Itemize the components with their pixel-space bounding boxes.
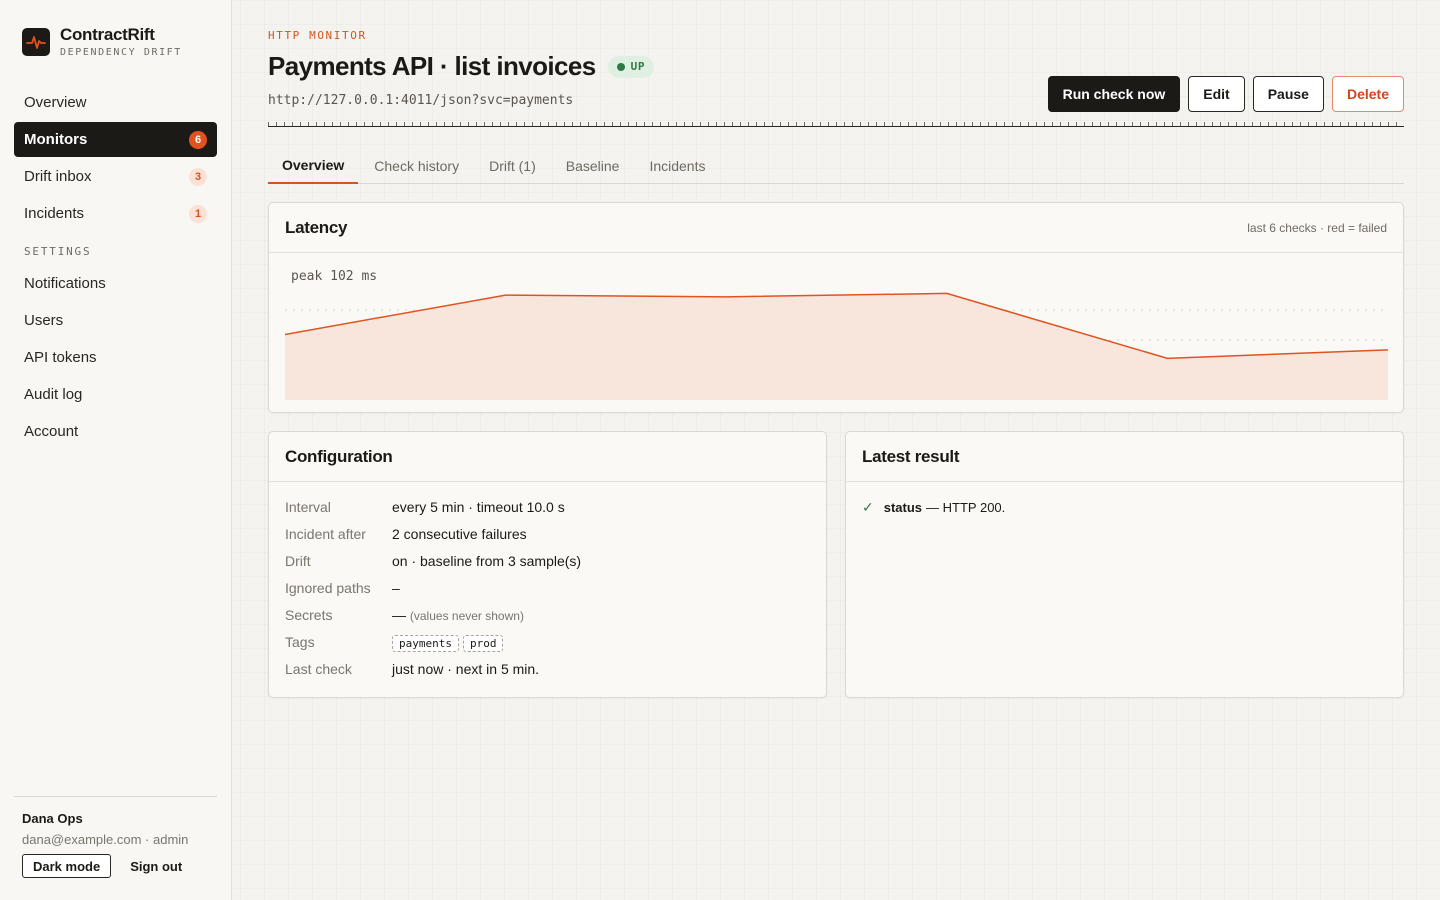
status-badge: UP	[607, 55, 655, 78]
sidebar-item-audit-log[interactable]: Audit log	[14, 377, 217, 412]
dark-mode-button[interactable]: Dark mode	[22, 854, 112, 878]
configuration-card: Configuration Interval every 5 min · tim…	[268, 431, 827, 698]
config-label: Tags	[285, 634, 315, 650]
page-title: Payments API · list invoices	[268, 51, 596, 81]
config-row-tags: Tags payments prod	[285, 634, 810, 661]
config-row-last-check: Last check just now · next in 5 min.	[285, 661, 810, 688]
config-value: every 5 min · timeout 10.0 s	[392, 499, 565, 515]
tab-check-history[interactable]: Check history	[360, 147, 473, 184]
sidebar-item-users[interactable]: Users	[14, 303, 217, 338]
config-value: —	[392, 607, 406, 623]
latency-card: Latency last 6 checks · red = failed pea…	[268, 202, 1404, 413]
config-label: Drift	[285, 553, 311, 569]
status-text: UP	[630, 60, 646, 73]
sidebar-item-label: API tokens	[24, 349, 97, 366]
configuration-title: Configuration	[285, 446, 393, 466]
latency-area	[285, 293, 1388, 400]
sidebar-item-label: Overview	[24, 94, 87, 111]
sidebar-item-drift-inbox[interactable]: Drift inbox 3	[14, 159, 217, 194]
monitor-type: HTTP MONITOR	[268, 29, 367, 42]
settings-heading: SETTINGS	[24, 245, 92, 258]
brand-name: ContractRift	[60, 25, 155, 44]
sidebar-item-label: Drift inbox	[24, 168, 92, 185]
sidebar: ContractRift DEPENDENCY DRIFT Overview M…	[0, 0, 232, 900]
config-value: on · baseline from 3 sample(s)	[392, 553, 582, 569]
action-bar: Run check now Edit Pause Delete	[1040, 76, 1404, 112]
ruler-divider	[268, 118, 1404, 127]
peak-label: peak 102 ms	[291, 269, 378, 284]
config-label: Secrets	[285, 607, 333, 623]
sidebar-item-label: Monitors	[24, 131, 88, 148]
latency-chart-svg	[284, 292, 1389, 400]
latest-result-card: Latest result ✓ status — HTTP 200.	[845, 431, 1404, 698]
count-badge: 3	[189, 167, 207, 186]
tab-incidents[interactable]: Incidents	[635, 147, 719, 184]
pause-button[interactable]: Pause	[1252, 76, 1324, 112]
sidebar-item-label: Incidents	[24, 205, 85, 222]
sidebar-item-notifications[interactable]: Notifications	[14, 266, 217, 301]
config-row-drift: Drift on · baseline from 3 sample(s)	[285, 553, 810, 580]
main-nav: Overview Monitors 6 Drift inbox 3 Incide…	[14, 85, 217, 451]
count-badge: 1	[189, 204, 207, 223]
tag-chip[interactable]: payments	[392, 635, 459, 652]
sidebar-item-label: Users	[24, 312, 64, 329]
config-label: Last check	[285, 661, 352, 677]
config-label: Ignored paths	[285, 580, 371, 596]
status-dot-icon	[616, 62, 625, 71]
sidebar-item-account[interactable]: Account	[14, 414, 217, 449]
brand[interactable]: ContractRift DEPENDENCY DRIFT	[22, 26, 182, 58]
config-value: just now · next in 5 min.	[392, 661, 540, 677]
result-key: status	[883, 500, 923, 515]
result-row: ✓ status — HTTP 200.	[846, 482, 1403, 533]
config-row-incident: Incident after 2 consecutive failures	[285, 526, 810, 553]
config-label: Incident after	[285, 526, 366, 542]
sidebar-item-monitors[interactable]: Monitors 6	[14, 122, 217, 157]
monitor-url: http://127.0.0.1:4011/json?svc=payments	[268, 93, 574, 108]
tab-baseline[interactable]: Baseline	[552, 147, 634, 184]
result-text: — HTTP 200.	[926, 500, 1006, 515]
pulse-icon	[22, 28, 50, 56]
sign-out-link[interactable]: Sign out	[130, 859, 182, 874]
sidebar-item-label: Account	[24, 423, 79, 440]
sidebar-item-incidents[interactable]: Incidents 1	[14, 196, 217, 231]
check-icon: ✓	[862, 499, 874, 515]
edit-button[interactable]: Edit	[1188, 76, 1245, 112]
user-panel: Dana Ops dana@example.com · admin Dark m…	[14, 796, 217, 878]
sidebar-item-overview[interactable]: Overview	[14, 85, 217, 120]
user-name: Dana Ops	[22, 811, 83, 826]
config-row-secrets: Secrets — (values never shown)	[285, 607, 810, 634]
tag-chip[interactable]: prod	[462, 635, 504, 652]
user-meta: dana@example.com · admin	[22, 832, 189, 847]
sidebar-item-label: Audit log	[24, 386, 83, 403]
config-row-interval: Interval every 5 min · timeout 10.0 s	[285, 499, 810, 526]
tab-bar: Overview Check history Drift (1) Baselin…	[268, 147, 1404, 184]
config-label: Interval	[285, 499, 331, 515]
sidebar-item-api-tokens[interactable]: API tokens	[14, 340, 217, 375]
latency-note: last 6 checks · red = failed	[1247, 220, 1387, 235]
delete-button[interactable]: Delete	[1331, 76, 1404, 112]
config-value: –	[392, 580, 400, 596]
config-row-ignored-paths: Ignored paths –	[285, 580, 810, 607]
run-check-button[interactable]: Run check now	[1047, 76, 1181, 112]
latest-result-title: Latest result	[862, 446, 960, 466]
secrets-note: (values never shown)	[409, 609, 524, 623]
latency-title: Latency	[285, 217, 348, 237]
sidebar-item-label: Notifications	[24, 275, 106, 292]
count-badge: 6	[189, 130, 207, 149]
tab-overview[interactable]: Overview	[268, 147, 359, 184]
latency-chart: peak 102 ms	[284, 264, 1389, 400]
tab-drift[interactable]: Drift (1)	[475, 147, 550, 184]
brand-subtitle: DEPENDENCY DRIFT	[60, 47, 182, 58]
config-value: 2 consecutive failures	[392, 526, 527, 542]
